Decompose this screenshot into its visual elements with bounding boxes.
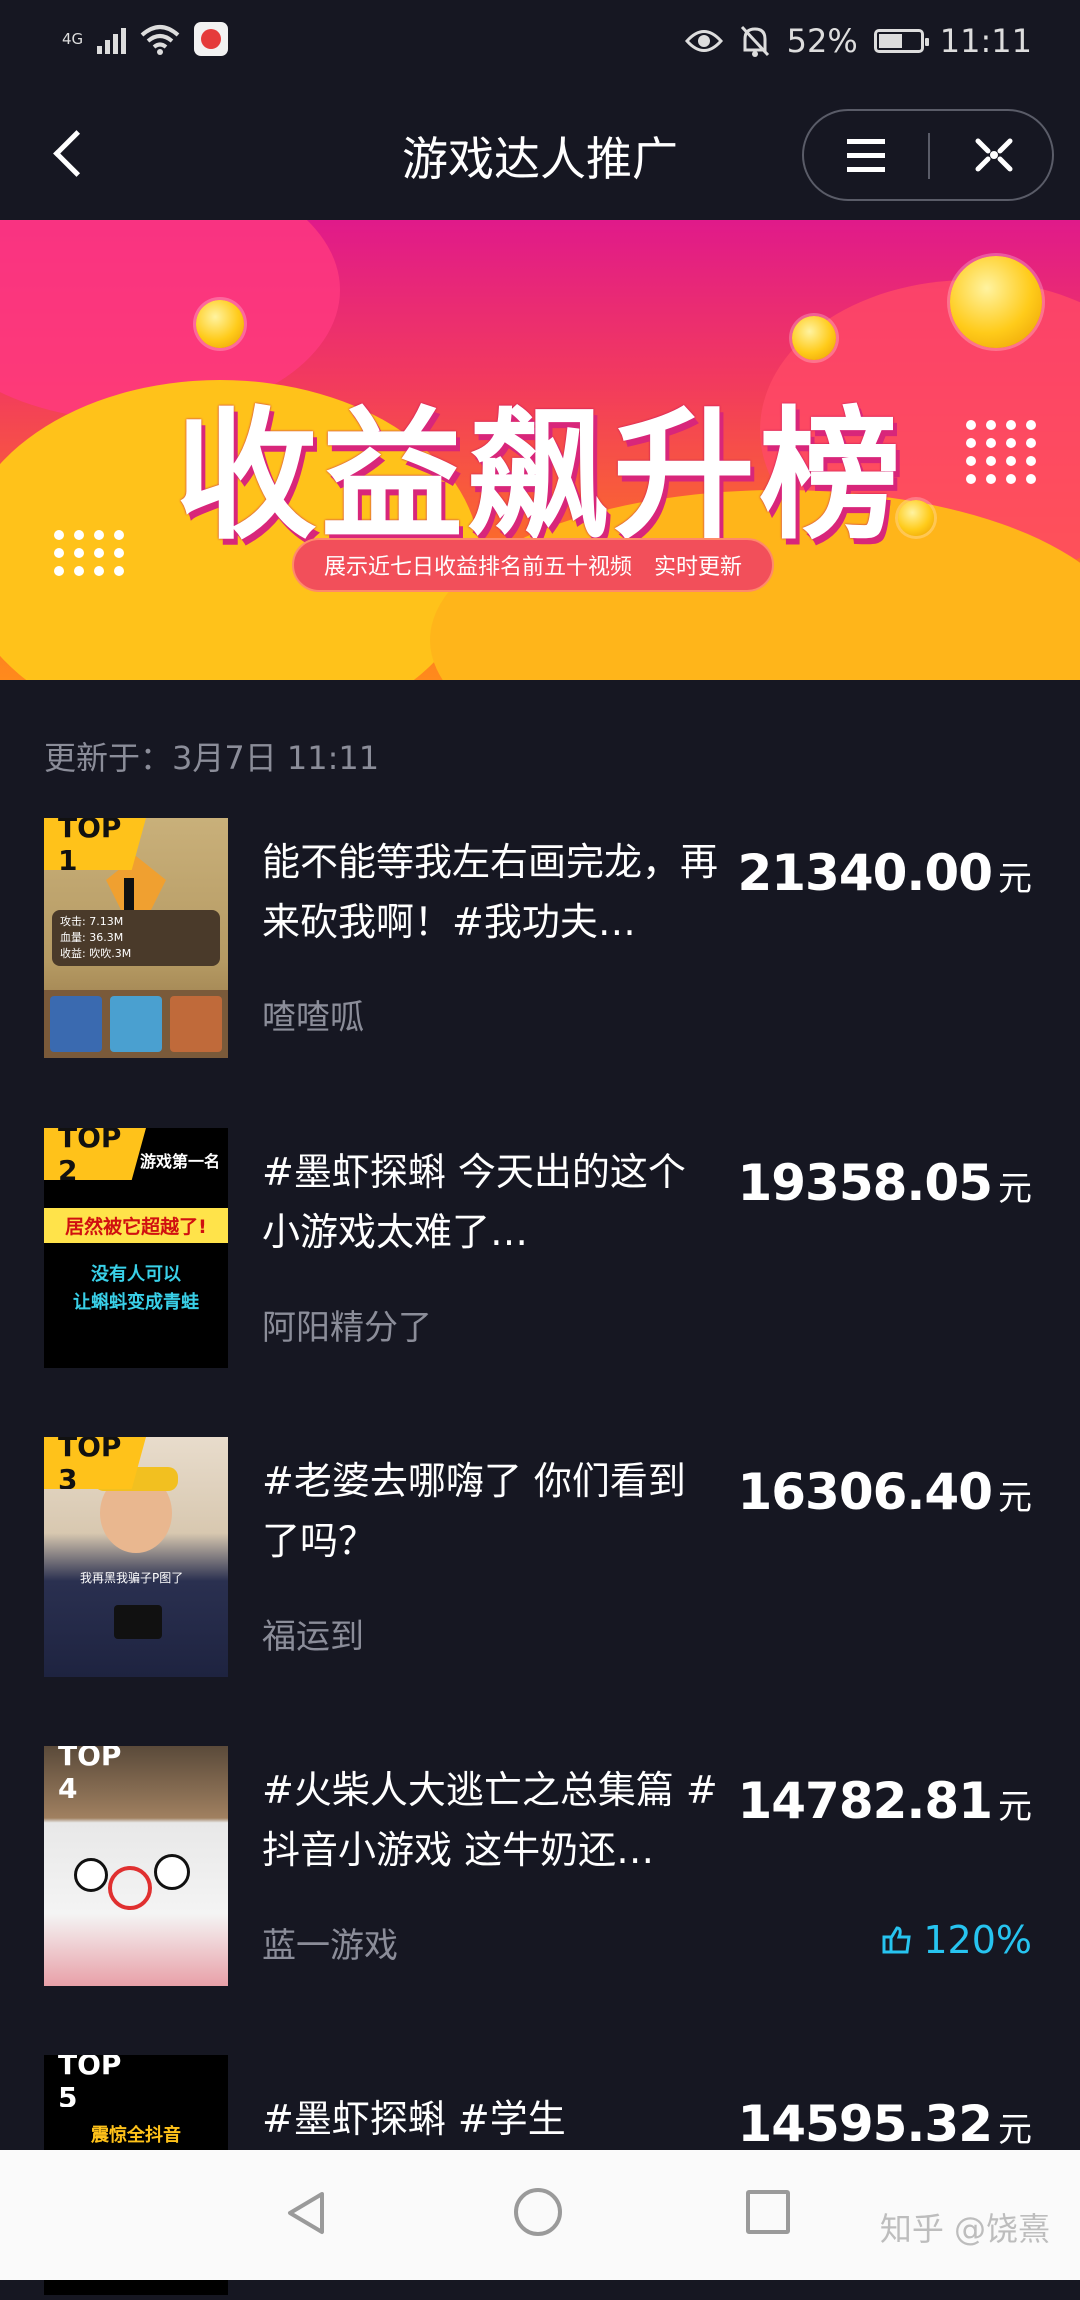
thumb-text: 游戏第一名	[140, 1152, 221, 1171]
rank-badge: TOP 3	[44, 1437, 146, 1489]
system-home-icon[interactable]	[514, 2188, 562, 2236]
ranking-item[interactable]: 游戏第一名 居然被它超越了! 没有人可以 让蝌蚪变成青蛙 TOP 2 #墨虾探蝌…	[0, 1128, 1080, 1373]
close-button[interactable]	[932, 111, 1056, 199]
earnings-unit: 元	[998, 1787, 1032, 1827]
growth-indicator: 120%	[881, 1918, 1032, 1962]
earnings: 14782.81 元	[737, 1772, 1032, 1830]
status-right: 52% 11:11	[684, 22, 1032, 60]
network-type: 4G	[62, 30, 84, 48]
ranking-item[interactable]: 攻击: 7.13M 血量: 36.3M 收益: 吹吹.3M TOP 1 能不能等…	[0, 818, 1080, 1063]
earnings: 14595.32 元	[737, 2095, 1032, 2153]
ranking-item[interactable]: TOP 4 #火柴人大逃亡之总集篇 #抖音小游戏 这牛奶还… 蓝一游戏 1478…	[0, 1746, 1080, 1991]
menu-icon	[847, 138, 885, 172]
thumb-text: 血量: 36.3M	[60, 931, 124, 944]
earnings: 21340.00 元	[737, 844, 1032, 902]
earnings: 16306.40 元	[737, 1463, 1032, 1521]
close-icon	[975, 138, 1013, 172]
nav-bar: 游戏达人推广	[0, 95, 1080, 220]
thumb-text: 让蝌蚪变成青蛙	[73, 1292, 199, 1313]
thumb-text: 我再黑我骗子P图了	[80, 1571, 184, 1585]
wifi-icon	[140, 25, 180, 55]
author-name: 阿阳精分了	[262, 1308, 432, 1348]
earnings-unit: 元	[998, 1169, 1032, 1209]
mini-program-capsule	[802, 109, 1054, 201]
thumb-text: 收益: 吹吹.3M	[60, 947, 132, 960]
battery-icon	[873, 29, 929, 53]
battery-percent: 52%	[786, 22, 858, 60]
eye-icon	[684, 30, 723, 52]
ranking-banner: 收益飙升榜 展示近七日收益排名前五十视频 实时更新	[0, 220, 1080, 680]
thumb-text: 攻击: 7.13M	[60, 915, 124, 928]
system-back-icon[interactable]	[282, 2188, 332, 2238]
video-thumbnail: 游戏第一名 居然被它超越了! 没有人可以 让蝌蚪变成青蛙 TOP 2	[44, 1128, 228, 1368]
mute-bell-icon	[740, 25, 769, 57]
thumb-text: 居然被它超越了!	[44, 1208, 228, 1243]
capsule-divider	[928, 133, 930, 179]
author-name: 喳喳呱	[262, 998, 364, 1038]
earnings-value: 16306.40	[737, 1463, 993, 1521]
thumb-text: 震惊全抖音	[91, 2125, 181, 2146]
video-thumbnail: 我再黑我骗子P图了 TOP 3	[44, 1437, 228, 1677]
clock: 11:11	[939, 22, 1032, 60]
author-name: 福运到	[262, 1617, 364, 1657]
earnings: 19358.05 元	[737, 1154, 1032, 1212]
video-title: #老婆去哪嗨了 你们看到了吗？	[262, 1459, 686, 1563]
signal-icon	[97, 24, 127, 54]
rank-badge: TOP 2	[44, 1128, 146, 1180]
banner-title: 收益飙升榜	[175, 394, 905, 559]
coin-icon	[196, 300, 244, 348]
earnings-value: 14782.81	[737, 1772, 993, 1830]
rank-badge: TOP 1	[44, 818, 146, 870]
video-title: #墨虾探蝌 今天出的这个小游戏太难了…	[262, 1150, 686, 1254]
growth-value: 120%	[923, 1918, 1032, 1962]
earnings-unit: 元	[998, 859, 1032, 899]
menu-button[interactable]	[804, 111, 928, 199]
update-time: 更新于：3月7日 11:11	[44, 739, 380, 777]
video-title: 能不能等我左右画完龙，再来砍我啊！#我功夫…	[262, 840, 719, 944]
thumbs-up-icon	[882, 1926, 912, 1954]
video-thumbnail: TOP 4	[44, 1746, 228, 1986]
coin-icon	[792, 316, 836, 360]
earnings-value: 21340.00	[737, 844, 993, 902]
earnings-value: 19358.05	[737, 1154, 993, 1212]
ranking-item[interactable]: 我再黑我骗子P图了 TOP 3 #老婆去哪嗨了 你们看到了吗？ 福运到 1630…	[0, 1437, 1080, 1682]
watermark: 知乎 @饶熹	[879, 2210, 1050, 2248]
rank-badge: TOP 4	[58, 1746, 122, 1805]
earnings-value: 14595.32	[737, 2095, 993, 2153]
banner-subtitle: 展示近七日收益排名前五十视频 实时更新	[292, 538, 774, 592]
coin-icon	[950, 256, 1042, 348]
video-title: #火柴人大逃亡之总集篇 #抖音小游戏 这牛奶还…	[262, 1768, 718, 1872]
rank-badge: TOP 5	[58, 2055, 122, 2114]
status-left: 4G	[62, 22, 229, 56]
status-bar: 4G 52% 11:11	[0, 0, 1080, 95]
earnings-unit: 元	[998, 1478, 1032, 1518]
video-thumbnail: 攻击: 7.13M 血量: 36.3M 收益: 吹吹.3M TOP 1	[44, 818, 228, 1058]
video-title: #墨虾探蝌 #学生	[262, 2097, 566, 2141]
system-recents-icon[interactable]	[746, 2190, 790, 2234]
app-notification-icon	[194, 22, 229, 56]
earnings-unit: 元	[998, 2110, 1032, 2150]
system-nav-bar: 知乎 @饶熹	[0, 2150, 1080, 2280]
thumb-text: 没有人可以	[91, 1264, 181, 1285]
author-name: 蓝一游戏	[262, 1926, 398, 1966]
